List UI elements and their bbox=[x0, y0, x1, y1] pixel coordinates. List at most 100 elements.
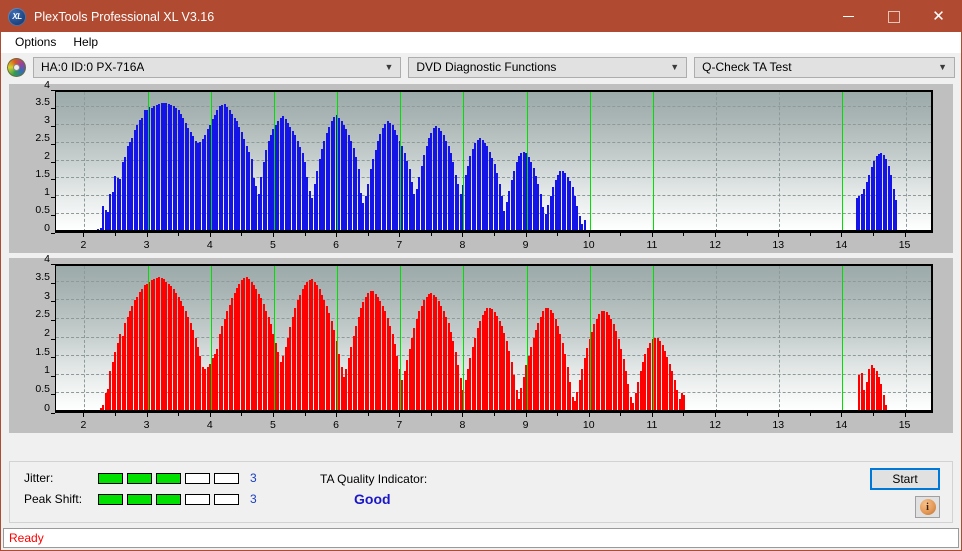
y-tick-label: 2.5 bbox=[35, 308, 50, 321]
y-tick-mark bbox=[51, 264, 55, 265]
x-tick-mark-minor bbox=[241, 413, 243, 416]
maximize-icon[interactable] bbox=[871, 1, 916, 32]
x-tick-mark-minor bbox=[430, 413, 432, 416]
x-tick-label: 5 bbox=[269, 419, 276, 431]
jitter-chart-y-axis: 0 0.5 1 1.5 2 2.5 3 3.5 4 bbox=[9, 79, 50, 233]
chevron-down-icon: ▼ bbox=[384, 62, 394, 72]
gridline-horizontal bbox=[56, 105, 931, 107]
x-tick-mark bbox=[525, 233, 527, 237]
jitter-chart-panel: 0 0.5 1 1.5 2 2.5 3 3.5 4 2 3 4 5 6 7 8 9 10 11 12 13 14 15 bbox=[9, 79, 953, 253]
x-tick-mark-minor bbox=[367, 233, 369, 236]
y-tick-mark bbox=[51, 90, 55, 91]
marker-line bbox=[652, 266, 654, 412]
drive-select[interactable]: HA:0 ID:0 PX-716A ▼ bbox=[33, 56, 402, 78]
y-tick-mark bbox=[51, 125, 55, 127]
peak-shift-chart-y-axis: 0 0.5 1 1.5 2 2.5 3 3.5 4 bbox=[9, 253, 50, 413]
x-tick-label: 4 bbox=[206, 239, 213, 251]
y-tick-mark bbox=[51, 282, 55, 284]
jitter-value: 3 bbox=[250, 471, 257, 485]
jitter-chart-plot-area bbox=[55, 90, 933, 233]
marker-line bbox=[210, 92, 212, 232]
y-tick-mark bbox=[51, 413, 55, 414]
x-tick-label: 2 bbox=[80, 419, 87, 431]
x-tick-mark-minor bbox=[178, 233, 180, 236]
y-tick-label: 1 bbox=[44, 185, 50, 198]
x-tick-mark bbox=[399, 413, 401, 417]
x-tick-mark bbox=[778, 233, 780, 237]
x-tick-mark bbox=[651, 233, 653, 237]
marker-line bbox=[147, 92, 149, 232]
x-tick-label: 13 bbox=[772, 419, 785, 431]
x-tick-label: 6 bbox=[333, 419, 339, 431]
x-tick-label: 15 bbox=[898, 419, 911, 431]
led-segment bbox=[185, 472, 210, 484]
x-tick-mark-minor bbox=[557, 233, 559, 236]
close-icon[interactable]: ✕ bbox=[916, 1, 961, 32]
x-tick-label: 10 bbox=[582, 239, 595, 251]
x-tick-mark-minor bbox=[746, 233, 748, 236]
y-tick-mark bbox=[51, 301, 55, 303]
x-tick-mark-minor bbox=[683, 413, 685, 416]
x-tick-mark-minor bbox=[115, 413, 116, 416]
results-panel: Jitter: 3 Peak Shift: 3 TA Quality Indic… bbox=[9, 461, 953, 523]
peak-shift-chart: 0 0.5 1 1.5 2 2.5 3 3.5 4 2 3 4 5 6 7 8 9 10 11 12 13 14 15 bbox=[9, 253, 953, 431]
y-tick-label: 3.5 bbox=[35, 96, 50, 109]
x-tick-mark bbox=[209, 233, 211, 237]
gridline-vertical bbox=[779, 266, 781, 412]
led-segment bbox=[214, 493, 239, 505]
marker-line bbox=[147, 266, 149, 412]
marker-line bbox=[526, 266, 528, 412]
x-tick-mark bbox=[841, 233, 843, 237]
x-tick-mark bbox=[209, 413, 211, 417]
x-tick-mark-minor bbox=[494, 233, 495, 236]
y-tick-label: 2.5 bbox=[35, 131, 50, 144]
baseline-axis bbox=[56, 410, 931, 412]
gridline-vertical bbox=[84, 266, 86, 412]
x-tick-label: 14 bbox=[835, 239, 848, 251]
peak-shift-row: Peak Shift: 3 bbox=[24, 492, 257, 506]
y-tick-label: 0.5 bbox=[35, 203, 50, 216]
x-tick-mark-minor bbox=[620, 413, 622, 416]
x-tick-mark-minor bbox=[872, 413, 874, 416]
marker-line bbox=[463, 266, 465, 412]
marker-line bbox=[337, 266, 339, 412]
x-tick-label: 2 bbox=[80, 239, 87, 251]
x-tick-mark bbox=[715, 233, 717, 237]
y-tick-mark bbox=[51, 143, 55, 145]
peak-shift-label: Peak Shift: bbox=[24, 492, 83, 506]
marker-line bbox=[210, 266, 212, 412]
y-tick-mark bbox=[51, 197, 55, 199]
x-tick-mark bbox=[651, 413, 653, 417]
function-select-value: DVD Diagnostic Functions bbox=[416, 60, 557, 74]
gridline-horizontal bbox=[56, 299, 931, 301]
x-tick-mark-minor bbox=[872, 233, 874, 236]
x-tick-mark bbox=[336, 233, 338, 237]
x-tick-mark bbox=[272, 233, 274, 237]
x-tick-mark bbox=[272, 413, 274, 417]
marker-line bbox=[273, 266, 275, 412]
marker-line bbox=[463, 92, 465, 232]
x-tick-label: 9 bbox=[522, 239, 529, 251]
function-select[interactable]: DVD Diagnostic Functions ▼ bbox=[408, 56, 688, 78]
chevron-down-icon: ▼ bbox=[938, 62, 948, 72]
title-bar: XL PlexTools Professional XL V3.16 ✕ bbox=[1, 1, 961, 32]
test-select-value: Q-Check TA Test bbox=[702, 60, 792, 74]
x-tick-mark-minor bbox=[809, 233, 811, 236]
info-button[interactable]: i bbox=[915, 496, 940, 518]
led-segment bbox=[156, 493, 181, 505]
peak-shift-chart-plot-area bbox=[55, 264, 933, 413]
start-button[interactable]: Start bbox=[870, 468, 940, 490]
y-tick-mark bbox=[51, 215, 55, 217]
test-select[interactable]: Q-Check TA Test ▼ bbox=[694, 56, 956, 78]
gridline-vertical bbox=[84, 92, 86, 232]
y-tick-label: 1 bbox=[44, 364, 50, 376]
minimize-icon[interactable] bbox=[826, 1, 871, 32]
jitter-led-meter bbox=[98, 472, 239, 484]
menu-item-options[interactable]: Options bbox=[7, 33, 65, 51]
x-tick-label: 14 bbox=[835, 419, 848, 431]
charts-container: 0 0.5 1 1.5 2 2.5 3 3.5 4 2 3 4 5 6 7 8 9 10 11 12 13 14 15 00… bbox=[9, 79, 953, 433]
y-tick-mark bbox=[51, 394, 55, 396]
menu-item-help[interactable]: Help bbox=[65, 33, 107, 51]
info-icon: i bbox=[919, 499, 936, 515]
x-tick-mark-minor bbox=[367, 413, 369, 416]
